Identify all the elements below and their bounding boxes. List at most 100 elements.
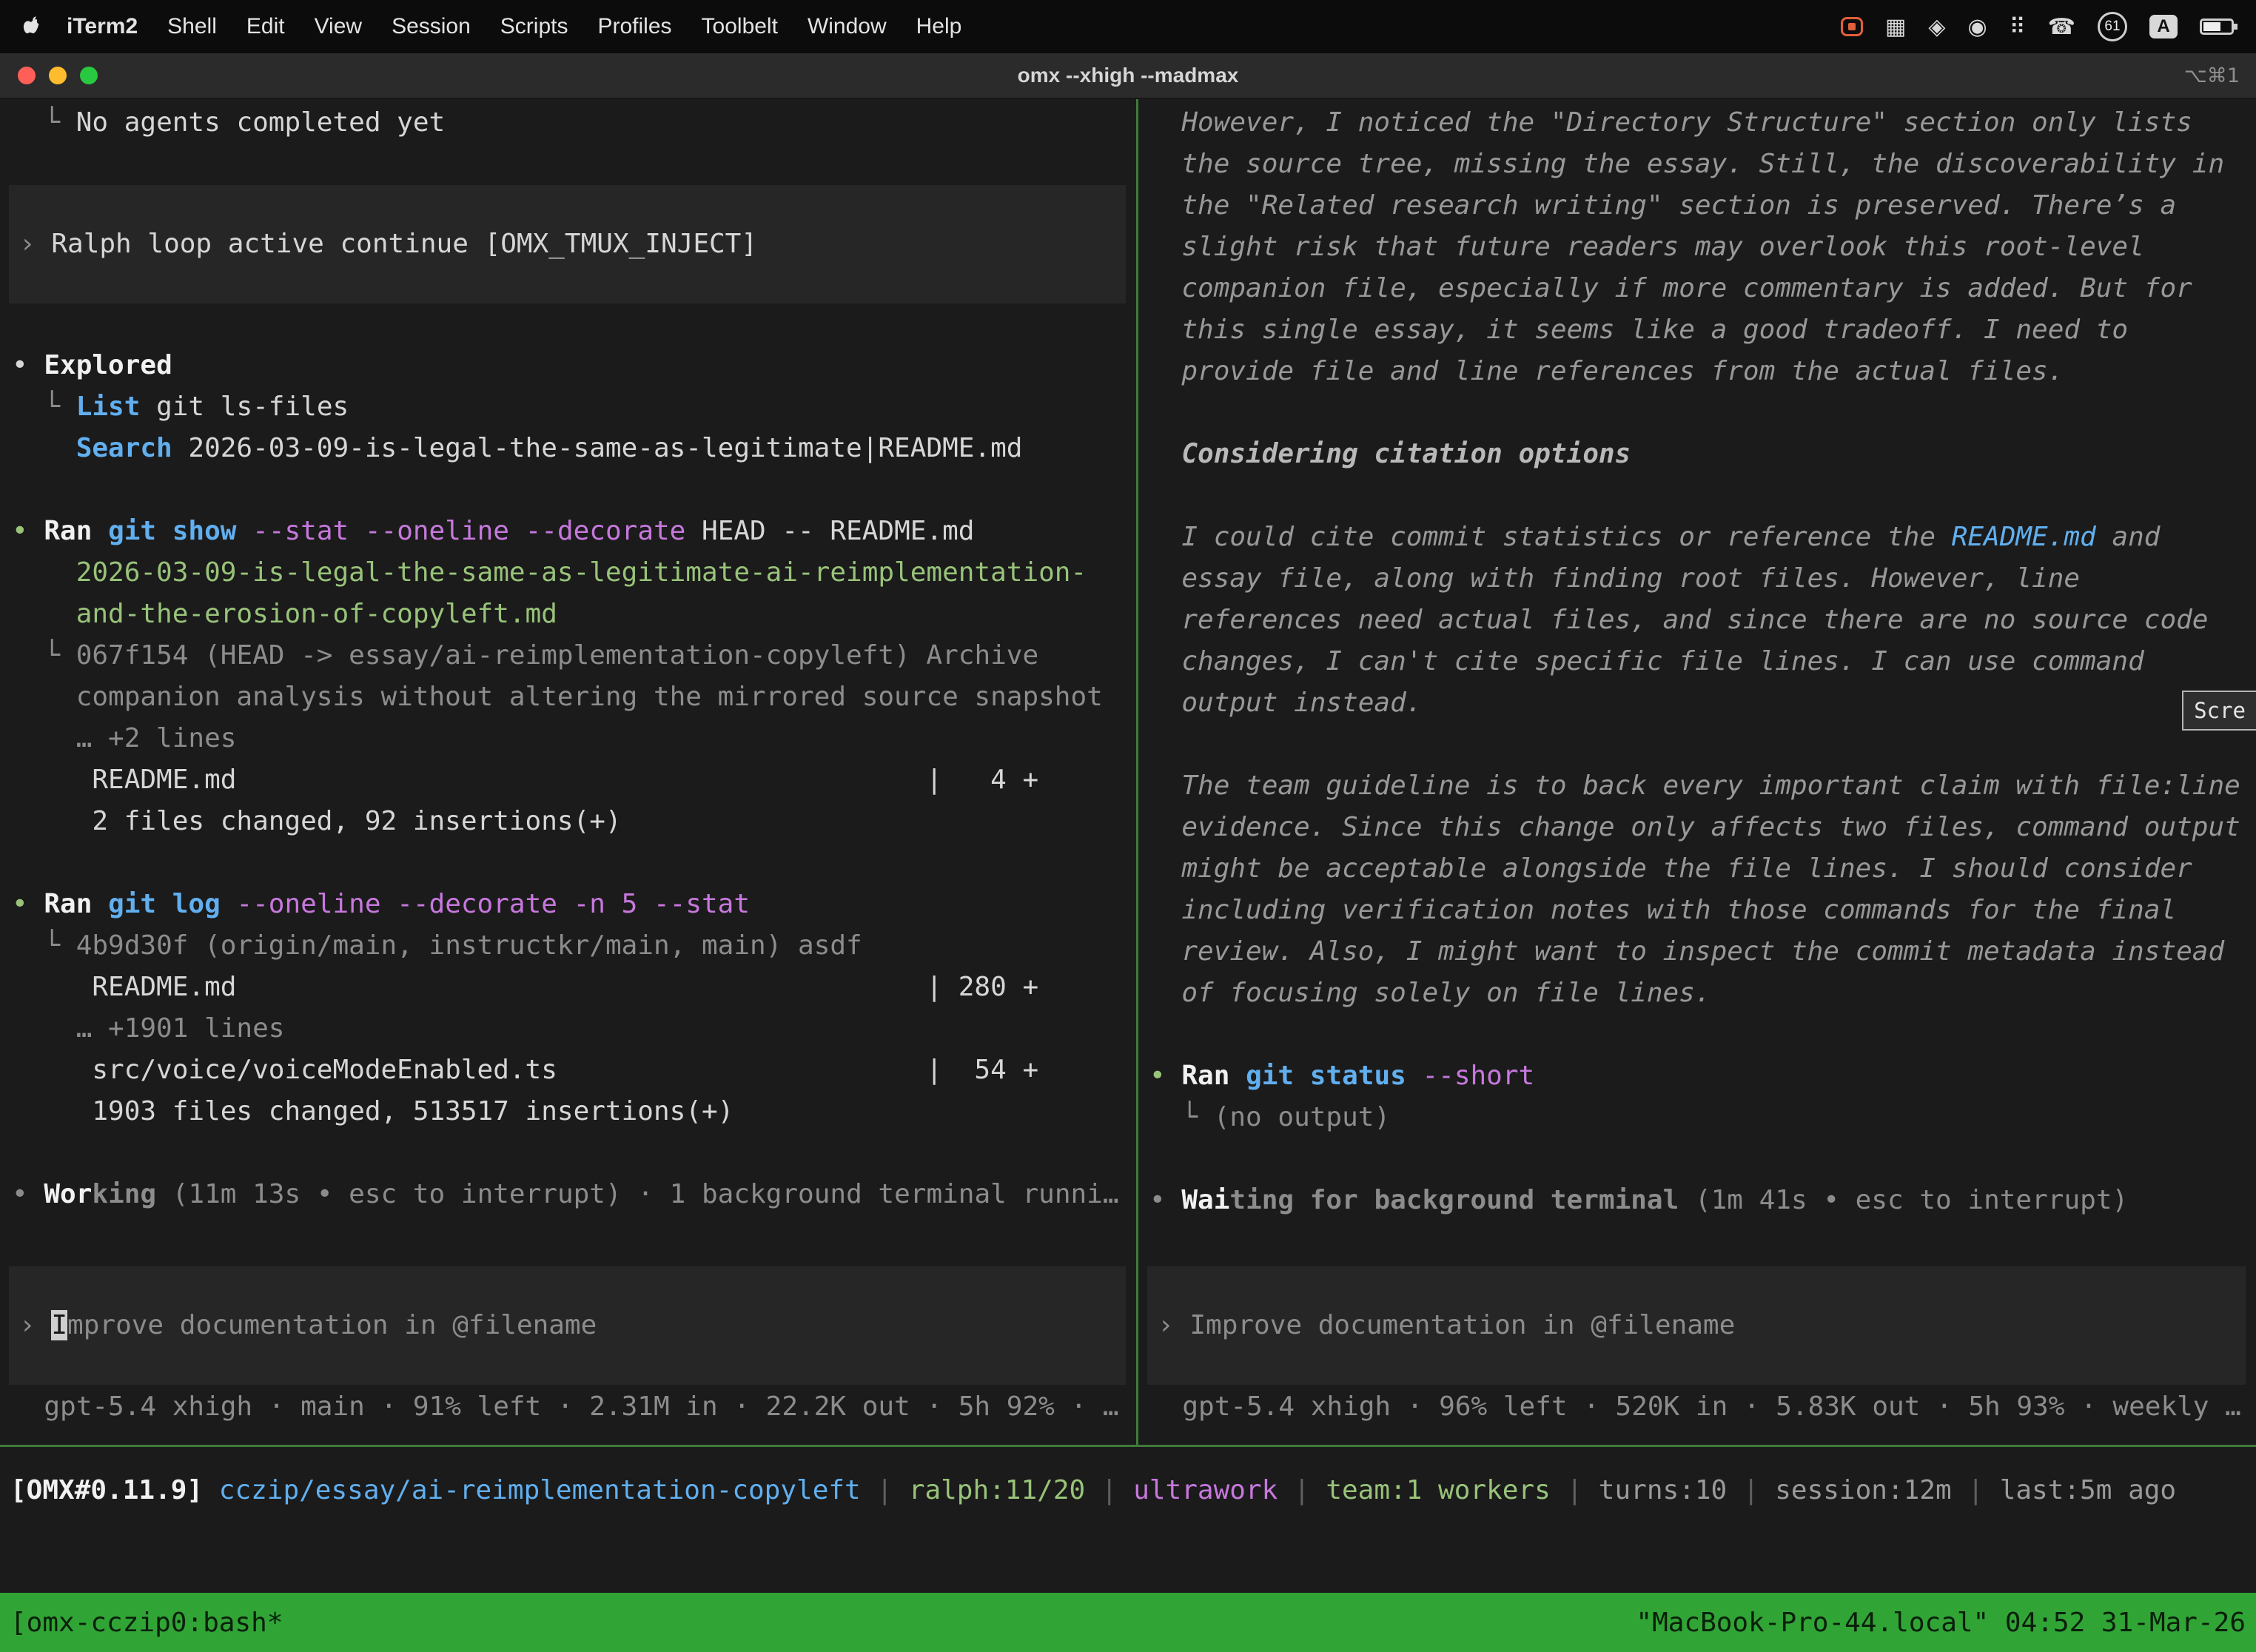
show-filename-line-1: 2026-03-09-is-legal-the-same-as-legitima… bbox=[12, 552, 1136, 594]
menu-item-profiles[interactable]: Profiles bbox=[583, 14, 686, 39]
search-query: 2026-03-09-is-legal-the-same-as-legitima… bbox=[188, 433, 1022, 463]
menu-item-toolbelt[interactable]: Toolbelt bbox=[687, 14, 793, 39]
ran-label: Ran bbox=[44, 889, 108, 919]
phone-icon[interactable]: ☎ bbox=[2048, 14, 2075, 40]
log-stat-line-2: src/voice/voiceModeEnabled.ts | 54 + bbox=[12, 1050, 1136, 1091]
battery-percentage-badge[interactable]: 61 bbox=[2098, 12, 2127, 41]
window-shortcut-hint: ⌥⌘1 bbox=[2184, 64, 2240, 87]
omx-version: [OMX#0.11.9] bbox=[10, 1475, 219, 1505]
ran-git-show-line: • Ran git show --stat --oneline --decora… bbox=[12, 511, 1136, 552]
show-commit-line-1: └ 067f154 (HEAD -> essay/ai-reimplementa… bbox=[12, 635, 1136, 676]
left-model-status-line: gpt-5.4 xhigh · main · 91% left · 2.31M … bbox=[12, 1386, 1129, 1428]
bullet: • bbox=[12, 889, 44, 919]
tmux-panes: └ No agents completed yet › Ralph loop a… bbox=[0, 99, 2256, 1445]
omx-last-activity: last:5m ago bbox=[2000, 1475, 2176, 1505]
working-status-line: • Working (11m 13s • esc to interrupt) ·… bbox=[12, 1174, 1136, 1215]
tmux-status-bar: [omx-cczip0:bash* "MacBook-Pro-44.local"… bbox=[0, 1593, 2256, 1652]
diffstat-summary: 1903 files changed, 513517 insertions(+) bbox=[92, 1096, 733, 1126]
left-terminal-pane[interactable]: └ No agents completed yet › Ralph loop a… bbox=[0, 99, 1136, 1445]
search-action-label: Search bbox=[76, 433, 189, 463]
tree-glyph: └ bbox=[44, 640, 75, 671]
command-output: (no output) bbox=[1214, 1102, 1390, 1132]
menu-item-shell[interactable]: Shell bbox=[152, 14, 232, 39]
omx-status-region: [OMX#0.11.9] cczip/essay/ai-reimplementa… bbox=[0, 1447, 2256, 1593]
waiting-detail: (1m 41s • esc to interrupt) bbox=[1679, 1185, 2128, 1215]
diffstat-row: src/voice/voiceModeEnabled.ts | 54 + bbox=[92, 1055, 1038, 1085]
dots-grid-icon[interactable]: ⠿ bbox=[2010, 14, 2026, 40]
reasoning-heading: Considering citation options bbox=[1181, 434, 2241, 475]
reasoning-paragraph-1: However, I noticed the "Directory Struct… bbox=[1181, 102, 2240, 392]
text-cursor: I bbox=[51, 1310, 67, 1340]
prompt-chevron: › bbox=[19, 229, 51, 259]
command-binary: git log bbox=[108, 889, 236, 919]
bullet: • bbox=[1149, 1061, 1181, 1091]
diffstat-summary: 2 files changed, 92 insertions(+) bbox=[92, 806, 621, 836]
explored-header-line: • Explored bbox=[12, 345, 1136, 386]
show-commit-line-2: companion analysis without altering the … bbox=[12, 676, 1136, 718]
right-terminal-pane[interactable]: However, I noticed the "Directory Struct… bbox=[1138, 99, 2256, 1445]
menu-item-help[interactable]: Help bbox=[902, 14, 977, 39]
bullet: • bbox=[1149, 1185, 1181, 1215]
diffstat-row: README.md | 280 + bbox=[92, 972, 1038, 1002]
list-command: git ls-files bbox=[156, 392, 349, 422]
menu-item-edit[interactable]: Edit bbox=[232, 14, 300, 39]
reasoning-paragraph-3: The team guideline is to back every impo… bbox=[1181, 765, 2240, 1014]
command-flags: --short bbox=[1422, 1061, 1534, 1091]
omx-team: team:1 workers bbox=[1326, 1475, 1566, 1505]
circle-app-icon[interactable]: ◉ bbox=[1967, 14, 1987, 40]
tree-glyph: └ bbox=[44, 930, 75, 961]
prompt-chevron: › bbox=[1158, 1310, 1189, 1340]
separator: | bbox=[1967, 1475, 1999, 1505]
right-model-status-line: gpt-5.4 xhigh · 96% left · 520K in · 5.8… bbox=[1150, 1386, 2249, 1428]
right-prompt-input[interactable]: › Improve documentation in @filename bbox=[1147, 1266, 2246, 1385]
input-placeholder-text: mprove documentation in @filename bbox=[67, 1310, 597, 1340]
readme-file-link[interactable]: README.md bbox=[1952, 522, 2096, 552]
clipped-notification-toast: Scre bbox=[2182, 691, 2256, 731]
display-grid-icon[interactable]: ▦ bbox=[1885, 14, 1906, 40]
menu-item-window[interactable]: Window bbox=[793, 14, 902, 39]
menu-item-scripts[interactable]: Scripts bbox=[486, 14, 583, 39]
left-prompt-input[interactable]: › Improve documentation in @filename bbox=[9, 1266, 1126, 1385]
menu-item-view[interactable]: View bbox=[300, 14, 377, 39]
agents-status-text: No agents completed yet bbox=[76, 107, 446, 138]
menu-item-iterm2[interactable]: iTerm2 bbox=[52, 14, 152, 39]
menu-bar-status-area: ▦ ◈ ◉ ⠿ ☎ 61 A bbox=[1841, 12, 2234, 41]
command-flags: --oneline --decorate -n 5 --stat bbox=[236, 889, 750, 919]
log-stat-line-1: README.md | 280 + bbox=[12, 967, 1136, 1008]
tmux-session-window-label[interactable]: [omx-cczip0:bash* bbox=[10, 1608, 283, 1638]
explored-search-line: Search 2026-03-09-is-legal-the-same-as-l… bbox=[12, 428, 1136, 469]
separator: | bbox=[1566, 1475, 1598, 1505]
ran-git-status-line: • Ran git status --short bbox=[1149, 1055, 2241, 1097]
ran-git-log-line: • Ran git log --oneline --decorate -n 5 … bbox=[12, 884, 1136, 925]
ran-label: Ran bbox=[1181, 1061, 1246, 1091]
battery-icon[interactable] bbox=[2200, 19, 2234, 35]
prompt-chevron: › bbox=[19, 1310, 51, 1340]
separator: | bbox=[1743, 1475, 1775, 1505]
show-stat-line: README.md | 4 + bbox=[12, 759, 1136, 801]
commit-summary: 4b9d30f (origin/main, instructkr/main, m… bbox=[76, 930, 862, 961]
tree-glyph: └ bbox=[44, 107, 75, 138]
ran-label: Ran bbox=[44, 516, 108, 546]
command-binary: git status bbox=[1246, 1061, 1422, 1091]
paragraph-text: I could cite commit statistics or refere… bbox=[1181, 522, 1951, 552]
left-input-line[interactable]: › Improve documentation in @filename bbox=[19, 1305, 597, 1346]
apple-menu-icon[interactable] bbox=[22, 16, 41, 38]
macos-menu-bar: iTerm2 Shell Edit View Session Scripts P… bbox=[0, 0, 2256, 53]
input-source-icon[interactable]: A bbox=[2149, 15, 2178, 38]
tmux-hostname-clock: "MacBook-Pro-44.local" 04:52 31-Mar-26 bbox=[1636, 1608, 2246, 1638]
separator: | bbox=[1101, 1475, 1133, 1505]
command-binary: git show bbox=[108, 516, 252, 546]
diamond-app-icon[interactable]: ◈ bbox=[1928, 14, 1945, 40]
log-more-lines: … +1901 lines bbox=[12, 1008, 1136, 1050]
explored-list-line: └ List git ls-files bbox=[12, 386, 1136, 428]
omx-mode: ultrawork bbox=[1133, 1475, 1294, 1505]
right-input-line[interactable]: › Improve documentation in @filename bbox=[1158, 1305, 1735, 1346]
status-output-line: └ (no output) bbox=[1149, 1097, 2241, 1138]
omx-status-line: [OMX#0.11.9] cczip/essay/ai-reimplementa… bbox=[10, 1470, 2256, 1511]
ralph-loop-text: Ralph loop active continue [OMX_TMUX_INJ… bbox=[51, 229, 757, 259]
commit-summary: companion analysis without altering the … bbox=[76, 682, 1103, 712]
omx-branch: cczip/essay/ai-reimplementation-copyleft bbox=[219, 1475, 877, 1505]
waiting-label-bright: Wai bbox=[1181, 1185, 1229, 1215]
menu-item-session[interactable]: Session bbox=[377, 14, 486, 39]
screen-recording-indicator-icon[interactable] bbox=[1841, 17, 1863, 36]
